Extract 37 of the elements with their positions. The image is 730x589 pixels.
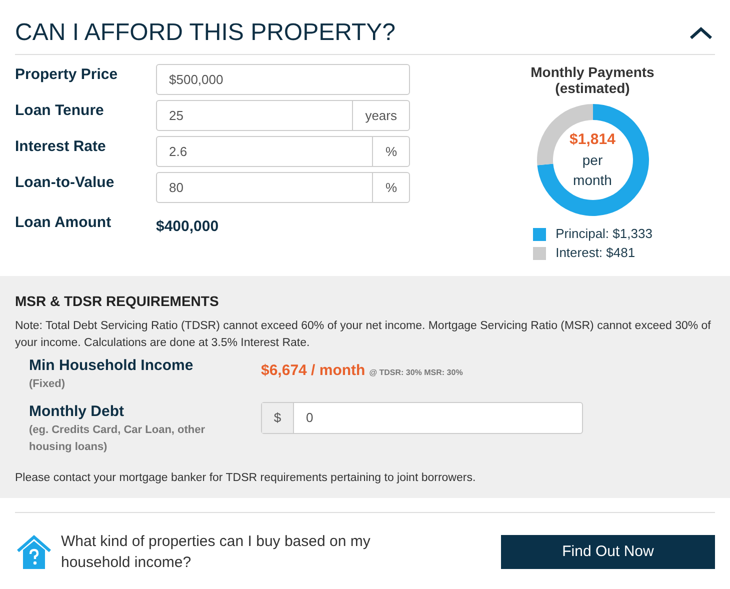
- input-field[interactable]: 25 years: [156, 100, 410, 131]
- footnote: Please contact your mortgage banker for TDSR requirements pertaining to joint borrowers.: [15, 471, 477, 486]
- payment-unit: per: [582, 151, 603, 170]
- legend-label: Principal: $1,333: [556, 226, 652, 242]
- input-suffix: %: [372, 137, 409, 166]
- income-ratio: @ TDSR: 30% MSR: 30%: [369, 367, 463, 379]
- loan-amount: $400,000: [156, 217, 219, 237]
- field-label: Loan Tenure: [15, 101, 105, 121]
- payment-unit: month: [573, 171, 612, 190]
- input-field[interactable]: 2.6 %: [156, 136, 410, 167]
- input-field[interactable]: $ 0: [261, 402, 583, 434]
- input-field[interactable]: $500,000: [156, 64, 410, 95]
- section-title: CAN I AFFORD THIS PROPERTY?: [15, 18, 396, 48]
- income-note: (Fixed): [29, 377, 66, 392]
- collapse-button[interactable]: [689, 26, 713, 40]
- requirements-note: Note: Total Debt Servicing Ratio (TDSR) cannot exceed 60% of your net income. Mortgage Servicing Ratio (MSR) cannot exceed 30% of your income. Calculations are done at 3.5% Interest Rate.: [15, 319, 712, 351]
- find-out-now-button[interactable]: Find Out Now: [501, 535, 715, 569]
- income-value: $6,674 / month: [261, 361, 366, 381]
- house-question-icon: [15, 533, 53, 571]
- input-suffix: %: [372, 173, 409, 202]
- field-label: Loan-to-Value: [15, 173, 116, 193]
- requirements-title: MSR & TDSR REQUIREMENTS: [15, 292, 220, 310]
- payments-title: Monthly Payments: [530, 64, 654, 80]
- input-field[interactable]: 80 %: [156, 172, 410, 203]
- debt-label: Monthly Debt: [29, 402, 125, 422]
- debt-note: (eg. Credits Card, Car Loan, other housing loans): [29, 423, 206, 455]
- legend-label: Interest: $481: [556, 245, 636, 261]
- field-label: Loan Amount: [15, 213, 112, 233]
- field-label: Interest Rate: [15, 137, 107, 157]
- chevron-icon: [689, 26, 713, 40]
- payments-subtitle: (estimated): [555, 80, 630, 96]
- input-prefix: $: [262, 403, 294, 433]
- input-suffix: years: [352, 101, 409, 130]
- payment-amount: $1,814: [570, 130, 616, 150]
- field-label: Property Price: [15, 65, 119, 85]
- income-label: Min Household Income: [29, 356, 194, 376]
- footer-question: What kind of properties can I buy based on my household income?: [61, 532, 372, 573]
